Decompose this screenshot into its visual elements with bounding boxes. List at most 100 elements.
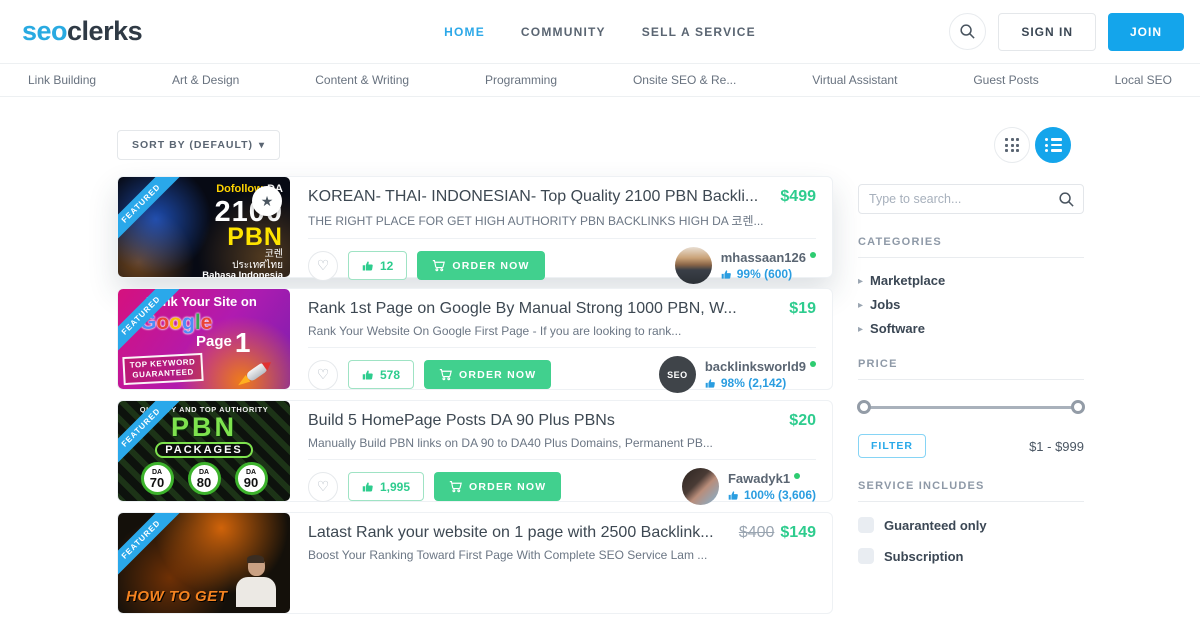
favorite-button[interactable]: ♡ (308, 472, 338, 502)
listing-price: $20 (789, 412, 816, 430)
sort-by-label: SORT BY (DEFAULT) (132, 139, 253, 151)
seller-info[interactable]: SEO backlinksworld9 98% (2,142) (659, 356, 816, 393)
listing-card[interactable]: FEATURED Dofollow DA 2100 PBN 코렌 ประเทศไ… (117, 176, 833, 278)
favorite-button[interactable]: ♡ (308, 360, 338, 390)
listing-card[interactable]: FEATURED HOW TO GET Latast Rank your web… (117, 512, 833, 614)
featured-ribbon: FEATURED (118, 177, 192, 251)
view-toggles (994, 127, 1071, 163)
listing-thumbnail[interactable]: FEATURED Dofollow DA 2100 PBN 코렌 ประเทศไ… (118, 177, 290, 277)
listing-thumbnail[interactable]: FEATURED HOW TO GET (118, 513, 290, 613)
order-now-button[interactable]: ORDER NOW (434, 472, 561, 501)
slider-handle-max[interactable] (1071, 400, 1085, 414)
guaranteed-only-option[interactable]: Guaranteed only (858, 517, 1084, 533)
like-button[interactable]: 1,995 (348, 472, 424, 501)
cart-icon (432, 259, 445, 272)
nav-sell-a-service[interactable]: SELL A SERVICE (642, 25, 756, 39)
listing-thumbnail[interactable]: FEATURED QUALITY AND TOP AUTHORITY PBN P… (118, 401, 290, 501)
order-now-label: ORDER NOW (459, 369, 536, 381)
listing-description: Manually Build PBN links on DA 90 to DA4… (308, 436, 816, 450)
listing-title[interactable]: Build 5 HomePage Posts DA 90 Plus PBNs (308, 412, 615, 430)
sort-by-dropdown[interactable]: SORT BY (DEFAULT) (117, 130, 280, 160)
category-onsite-seo[interactable]: Onsite SEO & Re... (633, 73, 736, 87)
filter-sidebar: CATEGORIES Marketplace Jobs Software PRI… (858, 184, 1084, 564)
sidebar-item-marketplace[interactable]: Marketplace (858, 268, 1084, 292)
category-art-design[interactable]: Art & Design (172, 73, 239, 87)
search-button[interactable] (949, 13, 986, 50)
listing-description: Rank Your Website On Google First Page -… (308, 324, 816, 338)
listing-body: Rank 1st Page on Google By Manual Strong… (290, 289, 832, 389)
grid-view-button[interactable] (994, 127, 1030, 163)
category-guest-posts[interactable]: Guest Posts (973, 73, 1038, 87)
like-count: 1,995 (380, 480, 410, 494)
categories-heading: CATEGORIES (858, 236, 1084, 248)
search-input[interactable] (858, 184, 1084, 214)
listing-old-price: $400 (739, 524, 775, 541)
star-badge[interactable]: ★ (252, 186, 282, 216)
seller-name[interactable]: mhassaan126 (721, 250, 806, 265)
thumbs-up-icon (362, 481, 374, 493)
slider-handle-min[interactable] (857, 400, 871, 414)
sign-in-button[interactable]: SIGN IN (998, 13, 1096, 51)
filter-button[interactable]: FILTER (858, 434, 926, 458)
listing-title[interactable]: Rank 1st Page on Google By Manual Strong… (308, 300, 737, 318)
category-virtual-assistant[interactable]: Virtual Assistant (812, 73, 897, 87)
category-local-seo[interactable]: Local SEO (1115, 73, 1172, 87)
list-view-button[interactable] (1035, 127, 1071, 163)
seller-info[interactable]: Fawadyk1 100% (3,606) (682, 468, 816, 505)
logo-seo: seo (22, 16, 67, 46)
header-actions: SIGN IN JOIN (949, 13, 1184, 51)
category-content-writing[interactable]: Content & Writing (315, 73, 409, 87)
order-now-button[interactable]: ORDER NOW (424, 360, 551, 389)
thumbs-up-icon (362, 369, 374, 381)
cart-icon (449, 480, 462, 493)
cart-icon (439, 368, 452, 381)
seller-rating: 100% (3,606) (744, 488, 816, 502)
seller-rating: 98% (2,142) (721, 376, 786, 390)
listing-description: Boost Your Ranking Toward First Page Wit… (308, 548, 816, 562)
divider (308, 347, 816, 348)
like-button[interactable]: 578 (348, 360, 414, 389)
category-link-building[interactable]: Link Building (28, 73, 96, 87)
divider (308, 459, 816, 460)
top-header: seoclerks HOME COMMUNITY SELL A SERVICE … (0, 0, 1200, 64)
grid-icon (1005, 138, 1019, 152)
subscription-option[interactable]: Subscription (858, 548, 1084, 564)
seller-name[interactable]: Fawadyk1 (728, 471, 790, 486)
sidebar-item-software[interactable]: Software (858, 316, 1084, 340)
category-bar: Link Building Art & Design Content & Wri… (0, 64, 1200, 97)
favorite-button[interactable]: ♡ (308, 251, 338, 281)
sidebar-item-jobs[interactable]: Jobs (858, 292, 1084, 316)
seller-avatar[interactable]: SEO (659, 356, 696, 393)
checkbox[interactable] (858, 548, 874, 564)
slider-track (862, 406, 1080, 410)
listing-price: $19 (789, 300, 816, 318)
listing-body: Build 5 HomePage Posts DA 90 Plus PBNs $… (290, 401, 832, 501)
order-now-label: ORDER NOW (452, 260, 529, 272)
seller-avatar[interactable] (675, 247, 712, 284)
nav-home[interactable]: HOME (444, 25, 485, 39)
search-icon[interactable] (1058, 191, 1075, 208)
order-now-button[interactable]: ORDER NOW (417, 251, 544, 280)
listing-body: Latast Rank your website on 1 page with … (290, 513, 832, 613)
divider (858, 257, 1084, 258)
listing-thumbnail[interactable]: FEATURED Rank Your Site on Google Page1 … (118, 289, 290, 389)
listing-title[interactable]: KOREAN- THAI- INDONESIAN- Top Quality 21… (308, 188, 758, 206)
listing-card[interactable]: FEATURED Rank Your Site on Google Page1 … (117, 288, 833, 390)
join-button[interactable]: JOIN (1108, 13, 1184, 51)
checkbox[interactable] (858, 517, 874, 533)
seller-avatar[interactable] (682, 468, 719, 505)
listing-title[interactable]: Latast Rank your website on 1 page with … (308, 524, 714, 542)
seoclerks-logo[interactable]: seoclerks (22, 16, 142, 47)
thumbnail-text: Page1 (196, 327, 250, 359)
seller-info[interactable]: mhassaan126 99% (600) (675, 247, 816, 284)
seller-name[interactable]: backlinksworld9 (705, 359, 806, 374)
online-dot (810, 252, 816, 258)
listing-price: $499 (780, 188, 816, 206)
main-nav: HOME COMMUNITY SELL A SERVICE (444, 25, 756, 39)
like-button[interactable]: 12 (348, 251, 407, 280)
price-range-slider[interactable] (858, 400, 1084, 414)
nav-community[interactable]: COMMUNITY (521, 25, 606, 39)
category-programming[interactable]: Programming (485, 73, 557, 87)
listing-card[interactable]: FEATURED QUALITY AND TOP AUTHORITY PBN P… (117, 400, 833, 502)
featured-ribbon: FEATURED (118, 289, 192, 363)
